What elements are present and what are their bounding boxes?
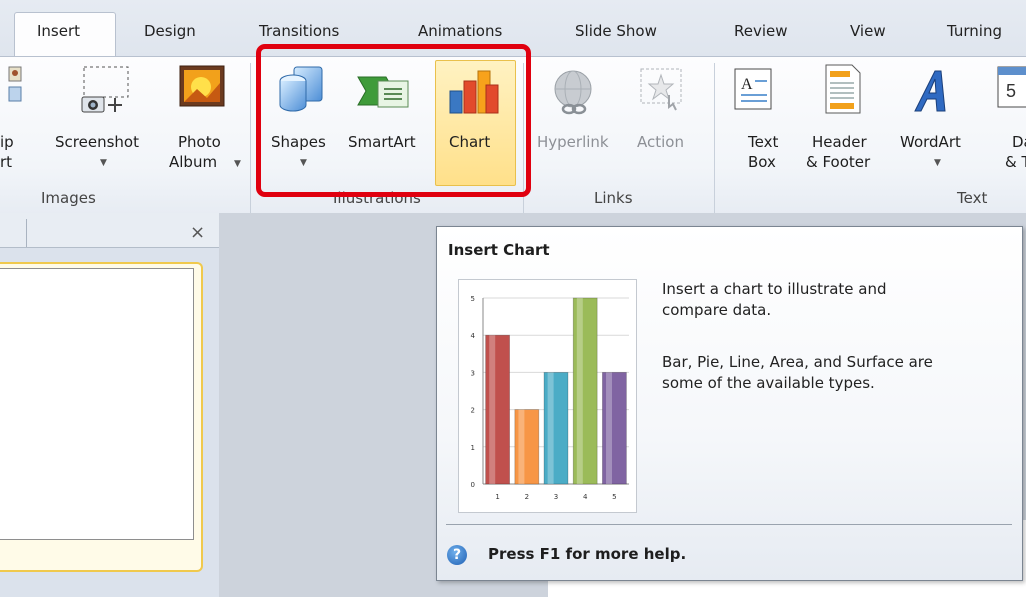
photo-album-icon xyxy=(179,65,225,107)
screenshot-icon xyxy=(81,66,129,113)
tooltip-description-1-line-2: compare data. xyxy=(662,301,772,319)
header-footer-icon xyxy=(825,64,861,114)
tab-turning[interactable]: Turning xyxy=(947,22,1002,46)
tab-slide-show[interactable]: Slide Show xyxy=(575,22,657,46)
chart-y-tick-label: 3 xyxy=(471,369,475,377)
tab-design[interactable]: Design xyxy=(144,22,196,46)
svg-text:A: A xyxy=(741,76,753,93)
chart-y-tick-label: 5 xyxy=(471,295,475,303)
chart-bar-shine xyxy=(489,335,496,484)
chart-x-tick-label: 3 xyxy=(554,493,558,501)
hyperlink-label: Hyperlink xyxy=(537,133,609,151)
tooltip-chart-preview: 0 1 2 3 4 5 1 2 3 4 5 xyxy=(458,279,637,513)
tooltip-divider xyxy=(446,524,1012,525)
group-label-text: Text xyxy=(957,189,988,207)
date-time-label-1: Da xyxy=(1012,133,1026,151)
clip-art-label-1: ip xyxy=(0,133,14,151)
tooltip-description-1: Insert a chart to illustrate and compare… xyxy=(662,279,1012,321)
tooltip-description-2-line-2: some of the available types. xyxy=(662,374,875,392)
tab-transitions[interactable]: Transitions xyxy=(259,22,339,46)
chart-y-tick-label: 2 xyxy=(471,407,475,415)
tooltip-description-2: Bar, Pie, Line, Area, and Surface are so… xyxy=(662,352,1012,394)
hyperlink-icon xyxy=(554,70,592,115)
chart-y-tick-label: 0 xyxy=(471,481,475,489)
tooltip-description-1-line-1: Insert a chart to illustrate and xyxy=(662,280,887,298)
chart-y-tick-label: 1 xyxy=(471,444,475,452)
action-label: Action xyxy=(637,133,684,151)
text-box-icon: A xyxy=(734,68,772,110)
photo-album-label-1: Photo xyxy=(178,133,221,151)
header-footer-label-1: Header xyxy=(812,133,867,151)
chart-x-tick-label: 5 xyxy=(612,493,616,501)
clip-art-icon xyxy=(8,66,22,102)
wordart-dropdown-icon: ▼ xyxy=(934,158,941,168)
wordart-icon xyxy=(914,70,946,112)
slide-thumbnail-canvas xyxy=(0,268,194,540)
help-icon: ? xyxy=(447,545,467,565)
chart-x-tick-label: 1 xyxy=(495,493,499,501)
chart-bar-shine xyxy=(606,372,613,484)
tab-insert[interactable]: Insert xyxy=(37,22,80,46)
tooltip-description-2-line-1: Bar, Pie, Line, Area, and Surface are xyxy=(662,353,933,371)
slides-pane-tab[interactable] xyxy=(0,219,27,247)
screenshot-dropdown-icon: ▼ xyxy=(100,158,107,168)
group-separator xyxy=(250,63,251,213)
illustrations-highlight-box xyxy=(256,44,531,197)
chart-preview-svg: 0 1 2 3 4 5 1 2 3 4 5 xyxy=(471,295,629,501)
photo-album-dropdown-icon: ▼ xyxy=(234,159,241,169)
text-box-label-1: Text xyxy=(748,133,779,151)
screenshot-label: Screenshot xyxy=(55,133,139,151)
tab-review[interactable]: Review xyxy=(734,22,788,46)
tab-view[interactable]: View xyxy=(850,22,886,46)
svg-text:5: 5 xyxy=(1006,81,1016,101)
group-separator xyxy=(714,63,715,213)
tooltip-help-text: Press F1 for more help. xyxy=(488,545,687,563)
chart-bar-shine xyxy=(576,298,583,484)
chart-bar xyxy=(602,372,627,485)
group-label-images: Images xyxy=(41,189,96,207)
clip-art-label-2: rt xyxy=(0,153,13,171)
chart-y-tick-label: 4 xyxy=(471,332,476,340)
insert-chart-tooltip: Insert Chart 0 1 2 3 4 5 1 2 3 4 5 Insert a chart … xyxy=(436,226,1023,581)
chart-x-tick-label: 2 xyxy=(525,493,529,501)
close-pane-icon[interactable]: × xyxy=(190,222,205,243)
slides-pane-header xyxy=(0,213,219,248)
chart-x-tick-label: 4 xyxy=(583,493,588,501)
tab-animations[interactable]: Animations xyxy=(418,22,502,46)
date-time-icon: 5 xyxy=(997,66,1026,108)
chart-bar-shine xyxy=(547,372,554,484)
header-footer-label-2: & Footer xyxy=(806,153,871,171)
photo-album-label-2: Album xyxy=(169,153,218,171)
tooltip-title: Insert Chart xyxy=(448,241,550,259)
action-icon xyxy=(640,68,682,111)
wordart-label: WordArt xyxy=(900,133,961,151)
group-label-links: Links xyxy=(594,189,633,207)
date-time-label-2: & T xyxy=(1005,153,1026,171)
text-box-label-2: Box xyxy=(748,153,776,171)
chart-bar-shine xyxy=(518,409,525,484)
